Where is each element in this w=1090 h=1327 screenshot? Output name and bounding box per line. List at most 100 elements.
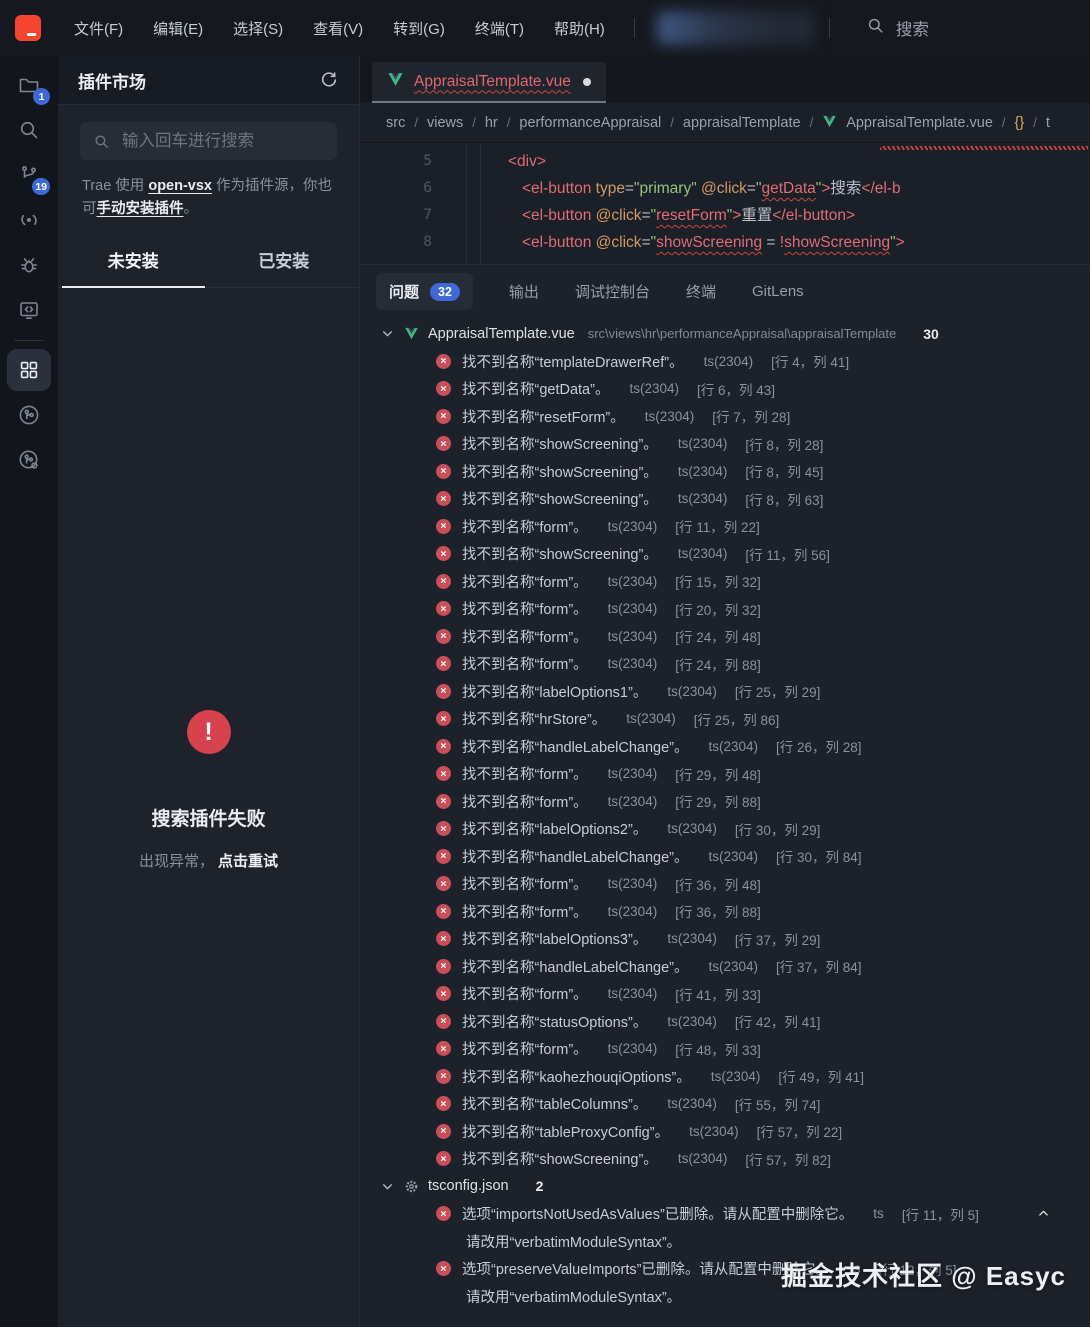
- problem-row[interactable]: ×找不到名称“showScreening”。ts(2304)[行 11，列 56…: [360, 540, 1090, 568]
- panel-tab-problems[interactable]: 问题32: [376, 273, 473, 310]
- problem-row[interactable]: ×找不到名称“form”。ts(2304)[行 15，列 32]: [360, 568, 1090, 596]
- problem-row[interactable]: ×找不到名称“labelOptions3”。ts(2304)[行 37，列 29…: [360, 925, 1090, 953]
- problem-row[interactable]: ×找不到名称“tableProxyConfig”。ts(2304)[行 57，列…: [360, 1118, 1090, 1146]
- menu-go[interactable]: 转到(G): [380, 12, 458, 45]
- problem-row[interactable]: ×找不到名称“form”。ts(2304)[行 29，列 88]: [360, 788, 1090, 816]
- problem-row[interactable]: ×找不到名称“labelOptions1”。ts(2304)[行 25，列 29…: [360, 678, 1090, 706]
- problem-row[interactable]: ×找不到名称“handleLabelChange”。ts(2304)[行 30，…: [360, 843, 1090, 871]
- plugin-search-input[interactable]: [120, 131, 324, 152]
- problem-row[interactable]: ×选项“importsNotUsedAsValues”已删除。请从配置中删除它。…: [360, 1200, 1090, 1228]
- breadcrumb-separator: /: [810, 115, 814, 130]
- problem-row[interactable]: ×选项“preserveValueImports”已删除。请从配置中删除它。ts…: [360, 1255, 1090, 1283]
- activity-code-screen[interactable]: [7, 289, 51, 331]
- error-icon: ×: [436, 1041, 451, 1056]
- menu-help[interactable]: 帮助(H): [541, 12, 618, 45]
- panel-tab-debug-console[interactable]: 调试控制台: [575, 281, 650, 302]
- global-search[interactable]: 搜索: [866, 16, 929, 40]
- breadcrumb-item[interactable]: AppraisalTemplate.vue: [846, 115, 993, 131]
- menu-file[interactable]: 文件(F): [61, 12, 136, 45]
- problem-message-line2[interactable]: 请改用“verbatimModuleSyntax”。: [360, 1228, 1090, 1256]
- error-icon: ×: [436, 546, 451, 561]
- activity-source-control[interactable]: 19: [7, 154, 51, 196]
- code-token: @click: [591, 207, 641, 224]
- editor-tab-appraisaltemplate[interactable]: AppraisalTemplate.vue: [372, 62, 606, 103]
- unsaved-dot-icon[interactable]: [583, 78, 591, 86]
- breadcrumb-item[interactable]: {}: [1015, 115, 1025, 131]
- activity-badge: 19: [32, 178, 50, 195]
- problem-row[interactable]: ×找不到名称“showScreening”。ts(2304)[行 8，列 45]: [360, 458, 1090, 486]
- activity-gitlens[interactable]: [7, 394, 51, 436]
- menu-edit[interactable]: 编辑(E): [140, 12, 216, 45]
- breadcrumb-item[interactable]: src: [386, 115, 405, 131]
- problem-row[interactable]: ×找不到名称“form”。ts(2304)[行 36，列 88]: [360, 898, 1090, 926]
- problem-row[interactable]: ×找不到名称“showScreening”。ts(2304)[行 8，列 63]: [360, 485, 1090, 513]
- problem-row[interactable]: ×找不到名称“labelOptions2”。ts(2304)[行 30，列 29…: [360, 815, 1090, 843]
- open-vsx-link[interactable]: open-vsx: [148, 178, 212, 194]
- problem-row[interactable]: ×找不到名称“templateDrawerRef”。ts(2304)[行 4，列…: [360, 348, 1090, 376]
- problem-message: 找不到名称“labelOptions3”。: [462, 928, 647, 949]
- problem-source: ts(2304): [667, 821, 717, 836]
- manual-install-link[interactable]: 手动安装插件: [97, 201, 184, 217]
- problem-row[interactable]: ×找不到名称“form”。ts(2304)[行 48，列 33]: [360, 1035, 1090, 1063]
- menu-selection[interactable]: 选择(S): [220, 12, 296, 45]
- problem-row[interactable]: ×找不到名称“handleLabelChange”。ts(2304)[行 37，…: [360, 953, 1090, 981]
- collapse-chevron-up-icon[interactable]: [1037, 1207, 1050, 1220]
- problem-row[interactable]: ×找不到名称“form”。ts(2304)[行 29，列 48]: [360, 760, 1090, 788]
- chevron-down-icon[interactable]: [380, 1179, 395, 1194]
- problem-row[interactable]: ×找不到名称“showScreening”。ts(2304)[行 8，列 28]: [360, 430, 1090, 458]
- error-title: 搜索插件失败: [58, 804, 359, 831]
- breadcrumb-separator: /: [670, 115, 674, 130]
- problem-source: ts(2304): [608, 629, 658, 644]
- problem-row[interactable]: ×找不到名称“form”。ts(2304)[行 11，列 22]: [360, 513, 1090, 541]
- activity-gitlens-inspect[interactable]: [7, 439, 51, 481]
- problems-group-header[interactable]: AppraisalTemplate.vuesrc\views\hr\perfor…: [360, 320, 1090, 348]
- breadcrumb-item[interactable]: performanceAppraisal: [519, 115, 661, 131]
- problem-message-line2[interactable]: 请改用“verbatimModuleSyntax”。: [360, 1283, 1090, 1311]
- panel-tab-output[interactable]: 输出: [509, 281, 539, 302]
- problem-row[interactable]: ×找不到名称“form”。ts(2304)[行 41，列 33]: [360, 980, 1090, 1008]
- plugin-tab-installed[interactable]: 已安装: [209, 234, 360, 287]
- code-editor[interactable]: 5<div>6<el-button type="primary" @click=…: [360, 142, 1090, 264]
- problem-message: 找不到名称“showScreening”。: [462, 461, 658, 482]
- error-icon: ×: [436, 519, 451, 534]
- problem-message: 找不到名称“form”。: [462, 901, 588, 922]
- chevron-down-icon[interactable]: [380, 326, 395, 341]
- activity-debug[interactable]: [7, 244, 51, 286]
- breadcrumb-item[interactable]: views: [427, 115, 463, 131]
- code-line: 6<el-button type="primary" @click="getDa…: [360, 175, 1090, 202]
- problem-row[interactable]: ×找不到名称“handleLabelChange”。ts(2304)[行 26，…: [360, 733, 1090, 761]
- retry-button[interactable]: 点击重试: [218, 853, 278, 870]
- problem-row[interactable]: ×找不到名称“form”。ts(2304)[行 36，列 48]: [360, 870, 1090, 898]
- problem-row[interactable]: ×找不到名称“kaohezhouqiOptions”。ts(2304)[行 49…: [360, 1063, 1090, 1091]
- breadcrumb-item[interactable]: appraisalTemplate: [683, 115, 801, 131]
- code-text: <el-button type="primary" @click="getDat…: [432, 175, 901, 202]
- problem-row[interactable]: ×找不到名称“resetForm”。ts(2304)[行 7，列 28]: [360, 403, 1090, 431]
- problem-row[interactable]: ×找不到名称“form”。ts(2304)[行 20，列 32]: [360, 595, 1090, 623]
- activity-search[interactable]: [7, 109, 51, 151]
- error-icon: ×: [436, 959, 451, 974]
- problem-row[interactable]: ×找不到名称“statusOptions”。ts(2304)[行 42，列 41…: [360, 1008, 1090, 1036]
- problem-row[interactable]: ×找不到名称“showScreening”。ts(2304)[行 57，列 82…: [360, 1145, 1090, 1173]
- breadcrumb-item[interactable]: hr: [485, 115, 498, 131]
- menu-terminal[interactable]: 终端(T): [462, 12, 537, 45]
- menu-view[interactable]: 查看(V): [300, 12, 376, 45]
- activity-remote[interactable]: [7, 199, 51, 241]
- problem-row[interactable]: ×找不到名称“hrStore”。ts(2304)[行 25，列 86]: [360, 705, 1090, 733]
- problem-row[interactable]: ×找不到名称“tableColumns”。ts(2304)[行 55，列 74]: [360, 1090, 1090, 1118]
- activity-extensions[interactable]: [7, 349, 51, 391]
- line-number: 6: [360, 175, 432, 202]
- breadcrumb-separator: /: [472, 115, 476, 130]
- code-token: showScreening: [656, 234, 762, 251]
- refresh-icon[interactable]: [319, 70, 339, 90]
- panel-tab-label: GitLens: [752, 283, 804, 300]
- plugin-tab-not-installed[interactable]: 未安装: [58, 234, 209, 287]
- panel-tab-gitlens[interactable]: GitLens: [752, 283, 804, 300]
- problems-group-header[interactable]: tsconfig.json2: [360, 1173, 1090, 1201]
- plugin-search-error: ! 搜索插件失败 出现异常，点击重试: [58, 710, 359, 871]
- problem-row[interactable]: ×找不到名称“getData”。ts(2304)[行 6，列 43]: [360, 375, 1090, 403]
- problem-row[interactable]: ×找不到名称“form”。ts(2304)[行 24，列 48]: [360, 623, 1090, 651]
- panel-tab-terminal[interactable]: 终端: [686, 281, 716, 302]
- activity-explorer[interactable]: 1: [7, 64, 51, 106]
- breadcrumb-item[interactable]: t: [1046, 115, 1050, 131]
- problem-row[interactable]: ×找不到名称“form”。ts(2304)[行 24，列 88]: [360, 650, 1090, 678]
